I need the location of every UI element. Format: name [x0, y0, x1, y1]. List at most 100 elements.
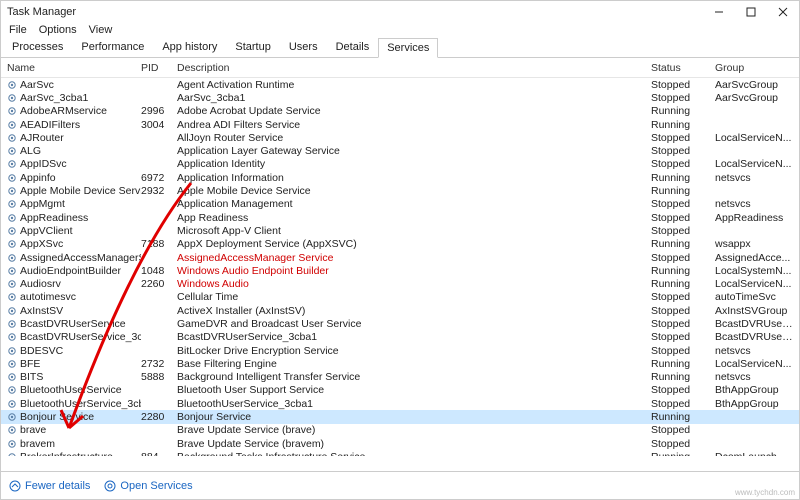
service-pid: 2260 [141, 278, 177, 290]
table-row[interactable]: AarSvcAgent Activation RuntimeStoppedAar… [1, 78, 799, 91]
table-row[interactable]: AssignedAccessManagerSvcAssignedAccessMa… [1, 251, 799, 264]
service-name: AppMgmt [20, 198, 65, 210]
service-status: Stopped [651, 318, 715, 330]
close-button[interactable] [767, 1, 799, 23]
table-row[interactable]: AudioEndpointBuilder1048Windows Audio En… [1, 264, 799, 277]
table-row[interactable]: BDESVCBitLocker Drive Encryption Service… [1, 344, 799, 357]
service-desc: Application Layer Gateway Service [177, 145, 651, 157]
col-group[interactable]: Group [715, 62, 799, 74]
service-desc: Application Information [177, 172, 651, 184]
service-status: Stopped [651, 384, 715, 396]
service-icon [7, 186, 17, 196]
table-row[interactable]: BcastDVRUserServiceGameDVR and Broadcast… [1, 317, 799, 330]
menu-options[interactable]: Options [39, 24, 77, 36]
service-group: LocalServiceN... [715, 158, 799, 170]
service-group: LocalServiceN... [715, 358, 799, 370]
service-status: Running [651, 278, 715, 290]
table-row[interactable]: Bonjour Service2280Bonjour ServiceRunnin… [1, 410, 799, 423]
service-icon [7, 452, 17, 456]
table-row[interactable]: AarSvc_3cba1AarSvc_3cba1StoppedAarSvcGro… [1, 91, 799, 104]
col-desc[interactable]: Description [177, 62, 651, 74]
table-row[interactable]: AppIDSvcApplication IdentityStoppedLocal… [1, 158, 799, 171]
maximize-button[interactable] [735, 1, 767, 23]
service-status: Stopped [651, 305, 715, 317]
service-status: Stopped [651, 132, 715, 144]
tab-users[interactable]: Users [280, 37, 327, 57]
menu-file[interactable]: File [9, 24, 27, 36]
table-row[interactable]: BcastDVRUserService_3cba1BcastDVRUserSer… [1, 331, 799, 344]
table-row[interactable]: Apple Mobile Device Service2932Apple Mob… [1, 184, 799, 197]
table-row[interactable]: BFE2732Base Filtering EngineRunningLocal… [1, 357, 799, 370]
table-row[interactable]: AppXSvc7188AppX Deployment Service (AppX… [1, 238, 799, 251]
service-icon [7, 80, 17, 90]
table-row[interactable]: BITS5888Background Intelligent Transfer … [1, 371, 799, 384]
service-desc: Apple Mobile Device Service [177, 185, 651, 197]
service-name: AudioEndpointBuilder [20, 265, 121, 277]
tab-details[interactable]: Details [327, 37, 379, 57]
table-row[interactable]: AEADIFilters3004Andrea ADI Filters Servi… [1, 118, 799, 131]
service-status: Stopped [651, 252, 715, 264]
service-desc: Brave Update Service (brave) [177, 424, 651, 436]
titlebar: Task Manager [1, 1, 799, 23]
service-desc: Agent Activation Runtime [177, 79, 651, 91]
table-row[interactable]: BluetoothUserServiceBluetooth User Suppo… [1, 384, 799, 397]
service-pid: 2996 [141, 105, 177, 117]
table-row[interactable]: Appinfo6972Application InformationRunnin… [1, 171, 799, 184]
service-group: netsvcs [715, 371, 799, 383]
table-row[interactable]: AJRouterAllJoyn Router ServiceStoppedLoc… [1, 131, 799, 144]
table-row[interactable]: AxInstSVActiveX Installer (AxInstSV)Stop… [1, 304, 799, 317]
table-row[interactable]: AppMgmtApplication ManagementStoppednets… [1, 198, 799, 211]
table-row[interactable]: AppReadinessApp ReadinessStoppedAppReadi… [1, 211, 799, 224]
service-group: LocalSystemN... [715, 265, 799, 277]
tab-processes[interactable]: Processes [3, 37, 72, 57]
tab-startup[interactable]: Startup [226, 37, 279, 57]
service-group: netsvcs [715, 172, 799, 184]
table-row[interactable]: AdobeARMservice2996Adobe Acrobat Update … [1, 105, 799, 118]
service-name: AppIDSvc [20, 158, 67, 170]
service-icon [7, 346, 17, 356]
table-row[interactable]: braveBrave Update Service (brave)Stopped [1, 424, 799, 437]
table-row[interactable]: Audiosrv2260Windows AudioRunningLocalSer… [1, 277, 799, 290]
service-icon [7, 359, 17, 369]
table-row[interactable]: AppVClientMicrosoft App-V ClientStopped [1, 224, 799, 237]
column-headers: Name PID Description Status Group [1, 58, 799, 78]
tab-app-history[interactable]: App history [153, 37, 226, 57]
table-row[interactable]: ALGApplication Layer Gateway ServiceStop… [1, 144, 799, 157]
minimize-button[interactable] [703, 1, 735, 23]
col-status[interactable]: Status [651, 62, 715, 74]
tab-performance[interactable]: Performance [72, 37, 153, 57]
service-status: Stopped [651, 158, 715, 170]
service-desc: Brave Update Service (bravem) [177, 438, 651, 450]
service-group: netsvcs [715, 345, 799, 357]
menu-view[interactable]: View [89, 24, 113, 36]
service-desc: BluetoothUserService_3cba1 [177, 398, 651, 410]
service-desc: AarSvc_3cba1 [177, 92, 651, 104]
table-row[interactable]: bravemBrave Update Service (bravem)Stopp… [1, 437, 799, 450]
service-icon [7, 133, 17, 143]
table-row[interactable]: BluetoothUserService_3cba1BluetoothUserS… [1, 397, 799, 410]
window-title: Task Manager [7, 6, 703, 18]
service-icon [7, 332, 17, 342]
service-icon [7, 239, 17, 249]
service-name: Appinfo [20, 172, 56, 184]
service-desc: Andrea ADI Filters Service [177, 119, 651, 131]
service-status: Stopped [651, 424, 715, 436]
fewer-details-button[interactable]: Fewer details [9, 480, 90, 492]
service-name: Bonjour Service [20, 411, 94, 423]
table-row[interactable]: BrokerInfrastructure884Background Tasks … [1, 450, 799, 456]
open-services-link[interactable]: Open Services [104, 480, 192, 492]
footer: Fewer details Open Services [1, 471, 799, 499]
service-desc: AllJoyn Router Service [177, 132, 651, 144]
service-desc: Background Tasks Infrastructure Service [177, 451, 651, 456]
col-name[interactable]: Name [1, 62, 141, 74]
tab-services[interactable]: Services [378, 38, 438, 58]
service-name: AppVClient [20, 225, 73, 237]
service-icon [7, 199, 17, 209]
chevron-up-circle-icon [9, 480, 21, 492]
service-status: Running [651, 371, 715, 383]
col-pid[interactable]: PID [141, 62, 177, 74]
table-row[interactable]: autotimesvcCellular TimeStoppedautoTimeS… [1, 291, 799, 304]
service-desc: Cellular Time [177, 291, 651, 303]
service-status: Stopped [651, 345, 715, 357]
service-name: BcastDVRUserService [20, 318, 126, 330]
